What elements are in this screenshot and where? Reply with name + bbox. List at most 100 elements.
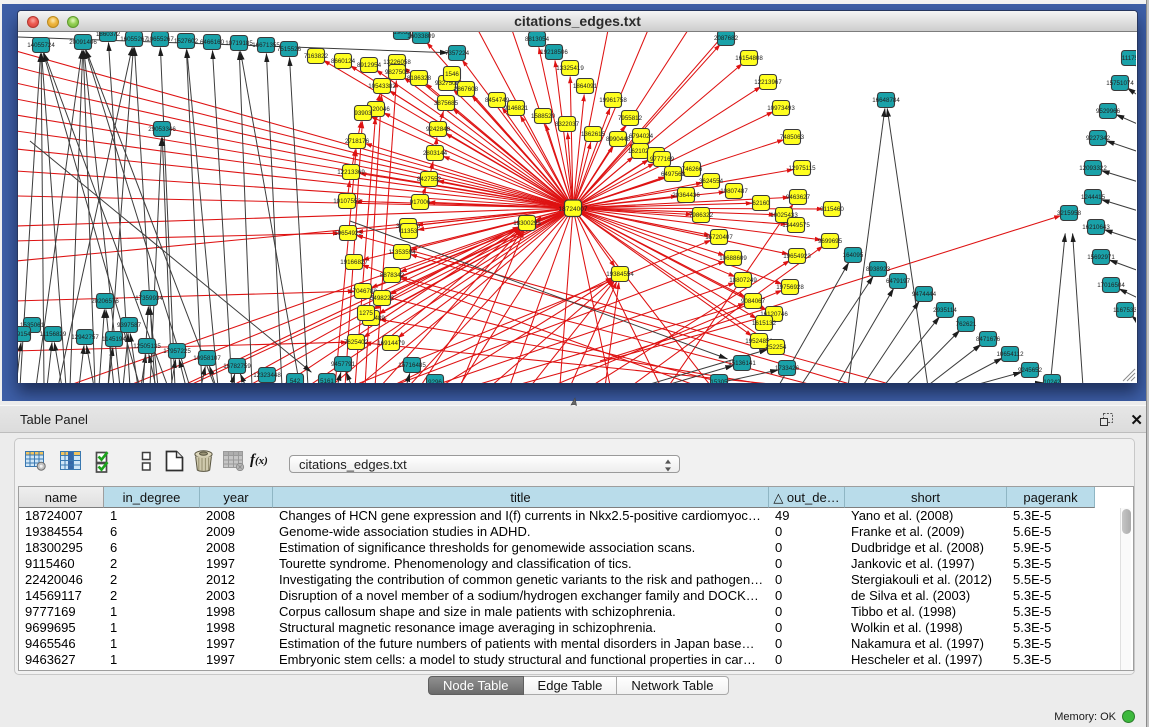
svg-text:9529966: 9529966 [1096,108,1121,115]
svg-text:19166827: 19166827 [340,259,368,266]
svg-text:6794024: 6794024 [629,133,654,140]
svg-text:15305: 15305 [710,379,728,383]
svg-text:18724007: 18724007 [559,206,588,213]
svg-text:10655267: 10655267 [146,36,174,43]
svg-text:8471676: 8471676 [976,336,1001,343]
svg-text:12093322: 12093322 [1079,165,1107,172]
svg-text:8322037: 8322037 [555,121,580,128]
svg-text:15692971: 15692971 [1087,254,1115,261]
svg-text:15720407: 15720407 [705,234,733,241]
svg-text:12505135: 12505135 [133,343,161,350]
svg-text:2803144: 2803144 [423,150,448,157]
svg-text:10719185: 10719185 [225,40,253,47]
svg-text:18300295: 18300295 [513,220,541,227]
svg-text:164095: 164095 [843,252,864,259]
svg-text:19654923: 19654923 [783,253,811,260]
svg-text:11175: 11175 [1122,55,1136,62]
svg-text:1615132: 1615132 [752,320,777,327]
svg-text:18807249: 18807249 [729,277,757,284]
svg-text:11156829: 11156829 [40,331,67,338]
svg-text:9084067: 9084067 [741,298,766,305]
svg-text:8990448: 8990448 [606,136,631,143]
svg-text:917006: 917006 [410,199,431,206]
svg-text:93903: 93903 [354,110,372,117]
svg-text:5498222: 5498222 [370,295,395,302]
svg-text:16782759: 16782759 [223,363,251,370]
svg-text:7986322: 7986322 [689,212,714,219]
svg-text:13449575: 13449575 [782,222,810,229]
svg-text:1244415: 1244415 [1081,194,1106,201]
svg-text:9227342: 9227342 [1086,135,1111,142]
svg-text:16648784: 16648784 [872,97,900,104]
svg-text:1275: 1275 [359,310,373,317]
svg-text:9245652: 9245652 [1018,367,1043,374]
svg-text:17016504: 17016504 [1097,282,1125,289]
svg-text:15716485: 15716485 [398,362,426,369]
svg-text:15751074: 15751074 [1106,80,1134,87]
svg-text:8878342: 8878342 [380,272,405,279]
svg-text:9242848: 9242848 [426,126,451,133]
svg-text:1588520: 1588520 [531,113,556,120]
svg-text:1527602: 1527602 [174,38,199,45]
svg-text:9457791: 9457791 [331,361,356,368]
svg-text:9463627: 9463627 [786,194,811,201]
svg-text:7163822: 7163822 [304,53,329,60]
svg-text:542: 542 [290,378,301,383]
svg-text:7357224: 7357224 [445,50,470,57]
svg-text:7515526: 7515526 [277,46,302,53]
svg-text:12942757: 12942757 [71,334,99,341]
svg-text:3215958: 3215958 [1057,210,1082,217]
svg-text:8454749: 8454749 [485,97,510,104]
svg-text:19218506: 19218506 [540,49,568,56]
svg-text:16055267: 16055267 [120,36,148,43]
svg-text:8912954: 8912954 [357,62,382,69]
svg-text:12975115: 12975115 [788,165,816,172]
svg-text:2867608: 2867608 [454,86,479,93]
svg-text:9296: 9296 [428,379,442,383]
svg-text:6466160: 6466160 [200,39,225,46]
svg-text:252254: 252254 [766,344,787,351]
svg-text:7955812: 7955812 [618,115,643,122]
svg-text:1546: 1546 [445,71,459,78]
svg-text:8186328: 8186328 [407,75,432,82]
svg-text:1362615: 1362615 [581,131,606,138]
svg-text:12323448: 12323448 [253,372,281,379]
svg-text:10107552: 10107552 [333,198,361,205]
svg-text:2935114: 2935114 [933,307,957,314]
svg-text:5161: 5161 [320,378,334,383]
svg-text:2718176: 2718176 [345,138,370,145]
svg-text:1733426: 1733426 [775,365,800,372]
svg-text:9777169: 9777169 [650,156,675,163]
svg-text:8660124: 8660124 [331,58,356,65]
svg-text:12213967: 12213967 [754,79,782,86]
svg-text:6479197: 6479197 [886,278,911,285]
svg-text:39154: 39154 [18,331,31,338]
svg-text:8427552: 8427552 [417,176,442,183]
svg-text:11353594: 11353594 [388,249,416,256]
svg-text:1167533: 1167533 [1113,307,1136,314]
svg-text:10688609: 10688609 [719,255,747,262]
svg-text:62160: 62160 [752,200,770,207]
svg-text:10958107: 10958107 [193,355,221,362]
svg-text:15136141: 15136141 [728,360,756,367]
svg-text:29053346: 29053346 [148,126,176,133]
svg-text:19654923: 19654923 [334,230,362,237]
svg-text:16033809: 16033809 [407,33,435,40]
svg-text:20364436: 20364436 [672,192,700,199]
svg-text:11353: 11353 [401,228,418,235]
svg-text:14055724: 14055724 [27,42,55,49]
svg-text:9146821: 9146821 [504,105,529,112]
svg-text:8813054: 8813054 [525,36,550,43]
svg-text:2087682: 2087682 [714,35,739,42]
svg-text:16210643: 16210643 [1082,224,1110,231]
svg-text:13325419: 13325419 [556,65,584,72]
svg-text:20091406: 20091406 [69,39,97,46]
svg-text:9699695: 9699695 [818,238,843,245]
svg-text:16914479: 16914479 [377,340,405,347]
svg-text:10973493: 10973493 [767,105,795,112]
svg-text:9827505: 9827505 [385,69,410,76]
svg-text:10543382: 10543382 [368,83,396,90]
svg-text:17359934: 17359934 [135,295,163,302]
svg-text:17957225: 17957225 [163,348,191,355]
svg-text:12213369: 12213369 [337,169,365,176]
